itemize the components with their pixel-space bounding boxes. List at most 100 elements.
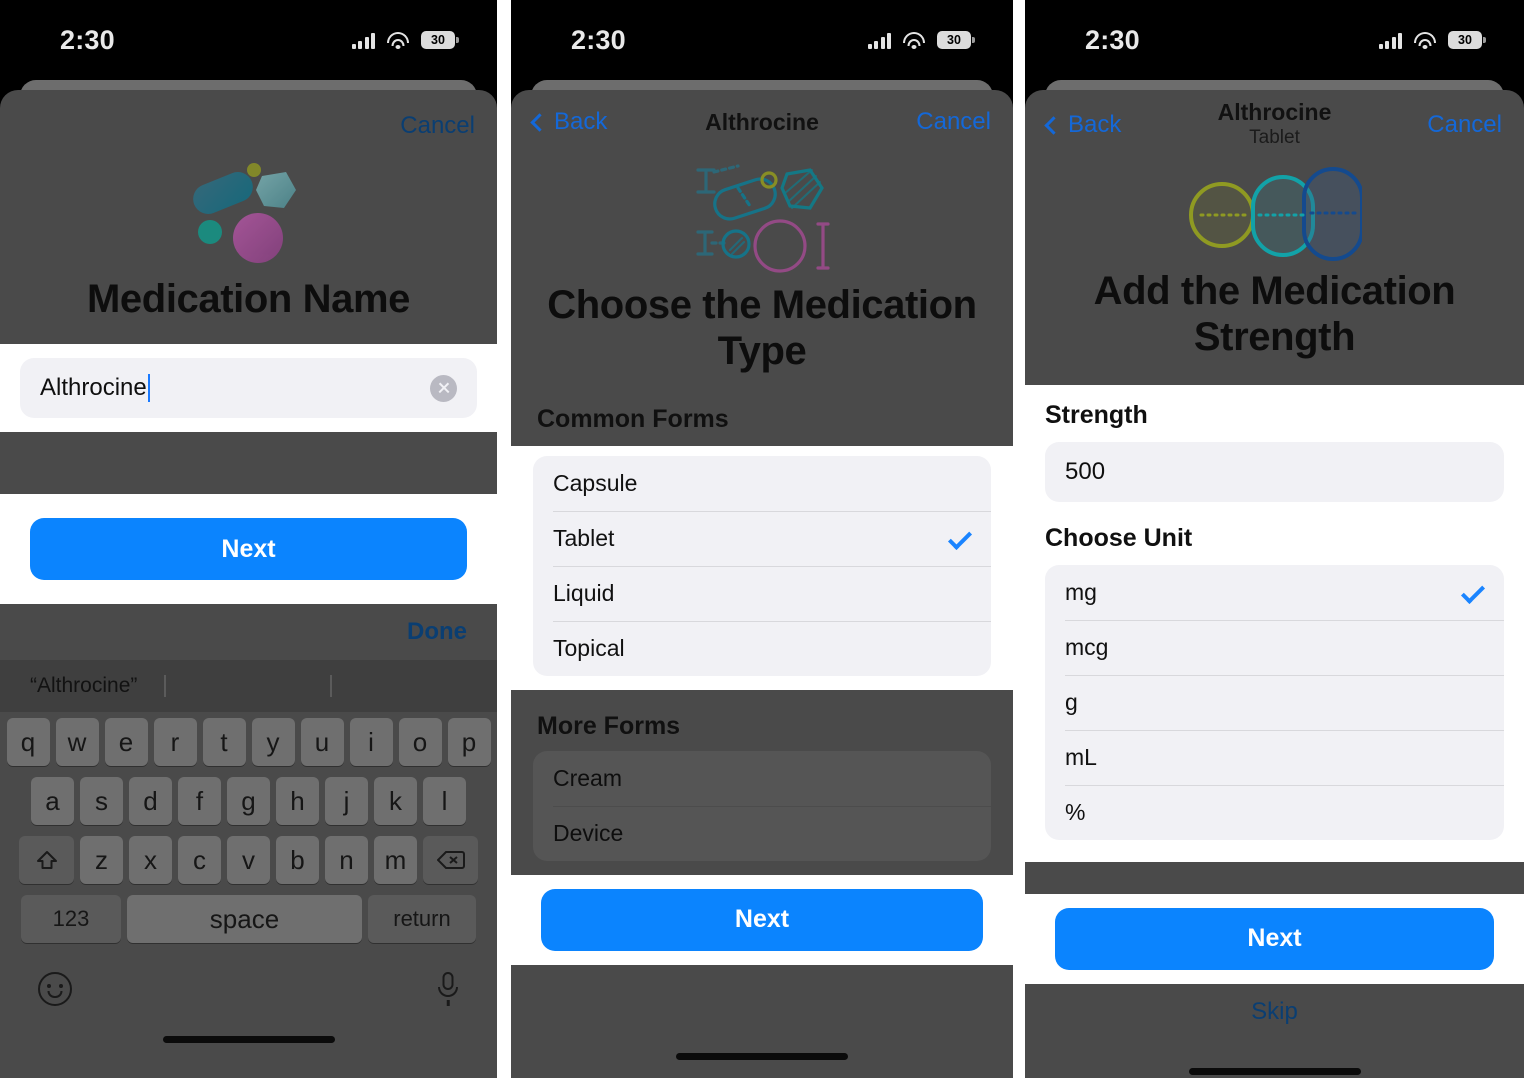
medication-name-input[interactable]: Althrocine <box>20 358 477 419</box>
keyboard-bottom-bar <box>0 954 497 1024</box>
key-y[interactable]: y <box>251 718 295 767</box>
microphone-icon[interactable] <box>437 972 459 1007</box>
next-button-band: Next <box>0 494 497 605</box>
key-g[interactable]: g <box>227 777 270 826</box>
list-item[interactable]: Tablet <box>533 510 991 566</box>
medication-type-sheet: Back Althrocine Cancel Choose the Medica… <box>511 90 1013 1078</box>
sheet-gap <box>0 432 497 495</box>
modal-sheet-wrapper: Cancel Medication Name Althrocine Next D… <box>0 80 497 1078</box>
wifi-icon <box>1414 31 1436 49</box>
chevron-left-icon <box>1044 115 1063 135</box>
key-w[interactable]: w <box>55 718 99 767</box>
keyboard-row-4: 123 space return <box>3 895 494 944</box>
key-n[interactable]: n <box>325 836 368 885</box>
key-f[interactable]: f <box>178 777 221 826</box>
key-i[interactable]: i <box>349 718 393 767</box>
page-title: Choose the Medication Type <box>547 283 977 374</box>
next-button[interactable]: Next <box>1055 907 1494 970</box>
modal-sheet-wrapper: Back Althrocine Tablet Cancel Add the Me… <box>1025 80 1524 1078</box>
keyboard-row-2: a s d f g h j k l <box>3 777 494 826</box>
keyboard-done-button[interactable]: Done <box>407 618 467 646</box>
cancel-button[interactable]: Cancel <box>400 112 475 140</box>
space-key[interactable]: space <box>127 895 362 944</box>
more-forms-header: More Forms <box>537 711 681 740</box>
key-c[interactable]: c <box>178 836 221 885</box>
suggestion-item[interactable]: “Althrocine” <box>0 674 137 698</box>
medication-name-value: Althrocine <box>40 374 147 402</box>
key-r[interactable]: r <box>153 718 197 767</box>
unit-label: mcg <box>1065 633 1109 660</box>
status-bar-indicators: 30 <box>351 31 459 49</box>
more-forms-list: Cream Device <box>533 750 991 861</box>
next-button[interactable]: Next <box>541 888 983 951</box>
suggestion-divider <box>330 675 332 698</box>
clear-circle-icon[interactable] <box>430 374 457 402</box>
cellular-signal-icon <box>351 32 375 49</box>
battery-level: 30 <box>947 32 961 47</box>
strength-input[interactable]: 500 <box>1045 441 1504 502</box>
cellular-signal-icon <box>1378 32 1402 49</box>
key-e[interactable]: e <box>104 718 148 767</box>
battery-icon: 30 <box>421 31 459 49</box>
home-indicator <box>676 1052 848 1060</box>
status-bar-time: 2:30 <box>1085 24 1140 55</box>
common-forms-list: Capsule Tablet Liquid Topical <box>533 455 991 676</box>
key-l[interactable]: l <box>423 777 466 826</box>
chevron-left-icon <box>530 112 549 132</box>
battery-icon: 30 <box>937 31 975 49</box>
list-item[interactable]: mg <box>1045 565 1504 620</box>
cancel-button[interactable]: Cancel <box>1427 111 1502 139</box>
common-forms-band: Capsule Tablet Liquid Topical <box>511 445 1013 690</box>
key-u[interactable]: u <box>300 718 344 767</box>
key-h[interactable]: h <box>276 777 319 826</box>
list-item[interactable]: Device <box>533 805 991 861</box>
list-item[interactable]: Topical <box>533 620 991 676</box>
key-o[interactable]: o <box>398 718 442 767</box>
key-x[interactable]: x <box>129 836 172 885</box>
back-button[interactable]: Back <box>1044 111 1121 139</box>
list-item[interactable]: Liquid <box>533 565 991 621</box>
status-bar-time: 2:30 <box>60 24 115 55</box>
next-button[interactable]: Next <box>30 518 467 581</box>
pill-shapes-icon <box>1025 160 1524 266</box>
key-b[interactable]: b <box>276 836 319 885</box>
backspace-icon[interactable] <box>423 836 478 885</box>
phone-screen-medication-strength: 2:30 30 Back Althrocine Tablet Cancel Ad… <box>1025 0 1524 1078</box>
panel-separator <box>1013 0 1025 1078</box>
key-z[interactable]: z <box>80 836 123 885</box>
cancel-button[interactable]: Cancel <box>916 108 991 136</box>
list-item[interactable]: mL <box>1045 729 1504 785</box>
shift-arrow-icon[interactable] <box>19 836 74 885</box>
key-j[interactable]: j <box>325 777 368 826</box>
key-a[interactable]: a <box>31 777 74 826</box>
numbers-key[interactable]: 123 <box>21 895 121 944</box>
key-m[interactable]: m <box>374 836 417 885</box>
sheet-gap <box>1025 861 1524 894</box>
medication-name-input-band: Althrocine <box>0 344 497 433</box>
checkmark-icon <box>1460 580 1486 605</box>
emoji-smiley-icon[interactable] <box>38 972 72 1007</box>
strength-header: Strength <box>1045 400 1148 429</box>
key-k[interactable]: k <box>374 777 417 826</box>
keyboard-toolbar: Done <box>0 604 497 661</box>
key-v[interactable]: v <box>227 836 270 885</box>
back-button-label: Back <box>554 108 608 135</box>
list-item[interactable]: mcg <box>1045 619 1504 675</box>
key-p[interactable]: p <box>447 718 491 767</box>
key-t[interactable]: t <box>202 718 246 767</box>
key-d[interactable]: d <box>129 777 172 826</box>
status-bar: 2:30 30 <box>0 0 497 80</box>
list-item[interactable]: % <box>1045 784 1504 840</box>
key-q[interactable]: q <box>6 718 50 767</box>
list-item[interactable]: Cream <box>533 751 991 806</box>
list-item[interactable]: Capsule <box>533 456 991 511</box>
keyboard-row-3: z x c v b n m <box>3 836 494 885</box>
common-forms-header: Common Forms <box>537 404 729 433</box>
text-caret <box>147 374 151 403</box>
cellular-signal-icon <box>867 32 891 49</box>
list-item[interactable]: g <box>1045 674 1504 730</box>
key-s[interactable]: s <box>80 777 123 826</box>
skip-button[interactable]: Skip <box>1025 983 1524 1040</box>
back-button[interactable]: Back <box>530 108 608 136</box>
return-key[interactable]: return <box>368 895 476 944</box>
